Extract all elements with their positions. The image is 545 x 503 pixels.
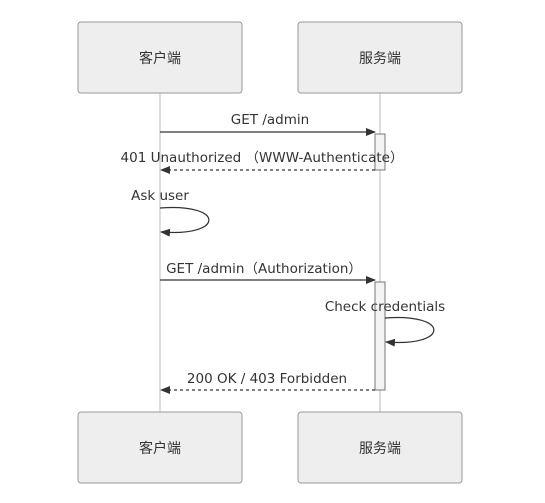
actor-client-bottom: 客户端: [77, 411, 243, 484]
message-4-label: GET /admin（Authorization）: [166, 261, 362, 277]
actor-client-bottom-label: 客户端: [139, 440, 181, 457]
actor-client-top-label: 客户端: [139, 50, 181, 67]
message-2-label: 401 Unauthorized （WWW-Authenticate）: [121, 150, 404, 166]
actor-server-top: 服务端: [297, 21, 463, 94]
message-3-arrow: [159, 206, 210, 237]
actor-server-top-label: 服务端: [359, 51, 401, 67]
message-5-label: Check credentials: [325, 299, 445, 315]
actor-server-bottom: 服务端: [297, 411, 463, 484]
actor-server-bottom-label: 服务端: [359, 441, 401, 457]
message-1-label: GET /admin: [231, 112, 309, 128]
sequence-diagram: 客户端 服务端 客户端 服务端 GET /admin 401 Unauthori…: [77, 21, 463, 484]
actor-client-top: 客户端: [77, 21, 243, 94]
message-6-label: 200 OK / 403 Forbidden: [187, 371, 347, 387]
message-3-label: Ask user: [131, 188, 189, 204]
message-5-arrow: [384, 316, 435, 347]
